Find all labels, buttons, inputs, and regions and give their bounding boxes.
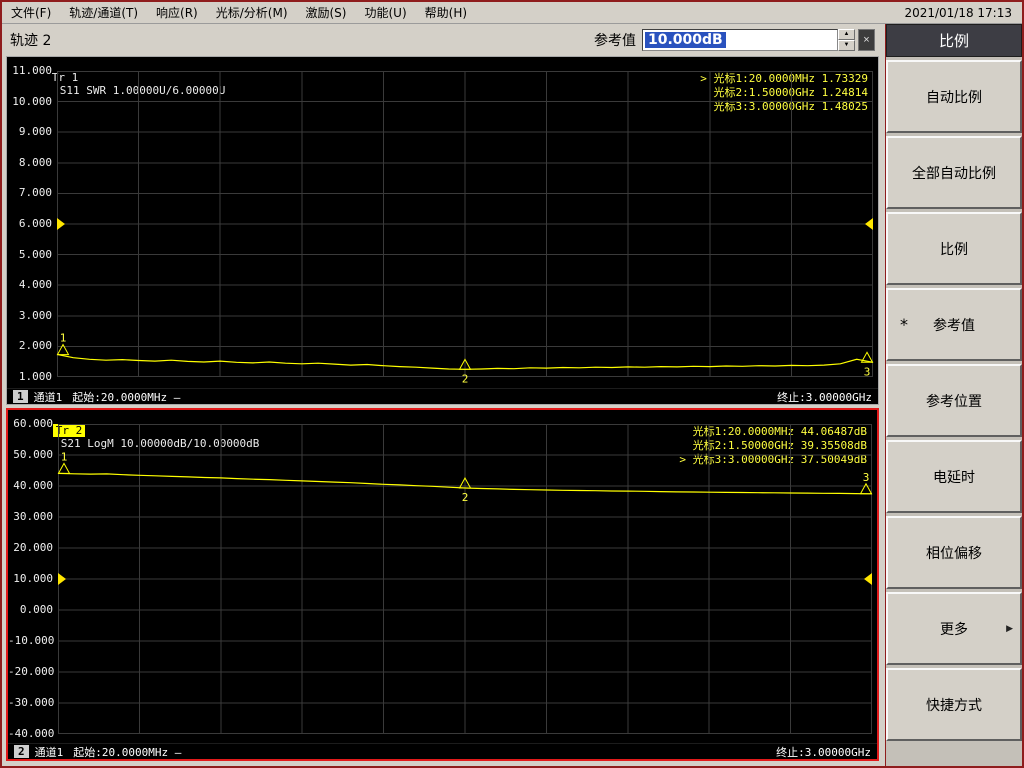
marker-number-label: 2	[462, 491, 469, 504]
y-axis-tick-label: -40.000	[8, 727, 55, 740]
softkey-label: 更多	[940, 621, 968, 638]
value-spinner: ▲ ▼	[838, 29, 855, 51]
entry-close-button[interactable]: ×	[858, 29, 875, 51]
vna-application-window: 文件(F) 轨迹/通道(T) 响应(R) 光标/分析(M) 激励(S) 功能(U…	[0, 0, 1024, 768]
softkey-label: 参考值	[933, 317, 975, 334]
y-axis-tick-label: -30.000	[8, 696, 55, 709]
softkey-active-marker: *	[900, 315, 908, 334]
reference-value-input[interactable]: 10.000dB	[642, 29, 838, 51]
softkey-menu-title: 比例	[886, 24, 1022, 57]
sweep-stop-label: 终止:3.00000GHz	[777, 390, 872, 404]
y-axis-tick-label: 4.000	[18, 278, 52, 292]
softkey-label: 参考位置	[926, 393, 982, 410]
menu-item-file[interactable]: 文件(F)	[2, 2, 60, 23]
softkey-label: 相位偏移	[926, 545, 982, 562]
grid-lines	[58, 424, 872, 734]
marker-triangle-icon[interactable]	[859, 482, 873, 495]
softkey-shortcut[interactable]: 快捷方式	[886, 668, 1022, 741]
spinner-down-button[interactable]: ▼	[838, 40, 855, 51]
reference-level-arrow-left-icon	[58, 573, 66, 585]
y-axis-tick-label: 10.000	[13, 572, 53, 585]
softkey-reference-position[interactable]: 参考位置	[886, 364, 1022, 437]
marker-number-label: 1	[61, 450, 68, 463]
sweep-start-label: 起始:20.0000MHz —	[72, 390, 181, 404]
y-axis-tick-label: -10.000	[8, 634, 55, 647]
softkey-auto-scale[interactable]: 自动比例	[886, 60, 1022, 133]
softkey-sidebar: 比例 自动比例 全部自动比例 比例 * 参考值 参考位置 电延时 相位偏移 更多…	[885, 24, 1022, 766]
spinner-up-button[interactable]: ▲	[838, 29, 855, 40]
y-axis-tick-label: 8.000	[18, 155, 52, 169]
y-axis-tick-label: 5.000	[18, 247, 52, 261]
softkey-electrical-delay[interactable]: 电延时	[886, 440, 1022, 513]
y-axis-tick-label: 7.000	[18, 186, 52, 200]
y-axis-tick-label: 3.000	[18, 308, 52, 322]
softkey-label: 比例	[940, 241, 968, 258]
marker-number-label: 2	[462, 372, 469, 385]
channel-badge: 1	[13, 390, 28, 403]
y-axis-tick-label: 0.000	[19, 603, 53, 616]
menu-bar: 文件(F) 轨迹/通道(T) 响应(R) 光标/分析(M) 激励(S) 功能(U…	[2, 2, 1022, 24]
reference-level-arrow-right-icon	[864, 573, 872, 585]
softkey-scale[interactable]: 比例	[886, 212, 1022, 285]
softkey-more[interactable]: 更多 ▶	[886, 592, 1022, 665]
y-axis-tick-label: 2.000	[18, 339, 52, 353]
active-trace-indicator: 轨迹 2	[10, 33, 52, 49]
y-axis-tick-label: 1.000	[18, 370, 52, 383]
y-axis-tick-label: 9.000	[18, 125, 52, 139]
channel-status-bar: 1 通道1 起始:20.0000MHz — 终止:3.00000GHz	[7, 388, 878, 404]
plot-area[interactable]: 1 2 3	[57, 424, 873, 734]
marker-triangle-icon[interactable]	[57, 462, 71, 474]
y-axis-tick-label: -20.000	[8, 665, 55, 678]
channel-label: 通道1	[33, 390, 63, 404]
marker-number-label: 3	[864, 365, 871, 378]
submenu-arrow-icon: ▶	[1006, 623, 1013, 634]
y-axis-tick-label: 30.000	[13, 510, 53, 523]
reference-value-entry: 参考值 10.000dB ▲ ▼ ×	[594, 29, 875, 51]
y-axis-tick-label: 20.000	[13, 541, 53, 554]
softkey-auto-scale-all[interactable]: 全部自动比例	[886, 136, 1022, 209]
channel-badge: 2	[14, 745, 29, 758]
sweep-stop-label: 终止:3.00000GHz	[776, 745, 871, 759]
chart-panel-tr2: Tr 2 S21 LogM 10.00000dB/10.00000dB 光标1:…	[6, 408, 879, 761]
y-axis-tick-label: 6.000	[18, 217, 52, 230]
channel-label: 通道1	[34, 745, 64, 759]
menu-item-stimulus[interactable]: 激励(S)	[297, 2, 356, 23]
menu-item-help[interactable]: 帮助(H)	[416, 2, 476, 23]
sweep-start-label: 起始:20.0000MHz —	[73, 745, 182, 759]
softkey-phase-offset[interactable]: 相位偏移	[886, 516, 1022, 589]
reference-level-arrow-right-icon	[865, 218, 873, 230]
reference-value-label: 参考值	[594, 33, 636, 49]
softkey-label: 快捷方式	[926, 697, 982, 714]
menu-item-trace-channel[interactable]: 轨迹/通道(T)	[60, 2, 147, 23]
y-axis-tick-label: 40.000	[13, 479, 53, 492]
entry-toolbar: 轨迹 2 参考值 10.000dB ▲ ▼ ×	[2, 25, 883, 55]
marker-number-label: 3	[863, 471, 870, 484]
channel-status-bar: 2 通道1 起始:20.0000MHz — 终止:3.00000GHz	[8, 743, 877, 759]
reference-value-text: 10.000dB	[645, 32, 726, 48]
grid-lines	[57, 71, 873, 377]
clock: 2021/01/18 17:13	[904, 5, 1012, 20]
softkey-label: 自动比例	[926, 89, 982, 106]
plot-area[interactable]: 1 2 3	[56, 71, 874, 385]
marker-number-label: 1	[60, 332, 67, 345]
softkey-reference-value[interactable]: * 参考值	[886, 288, 1022, 361]
reference-level-arrow-left-icon	[57, 218, 65, 230]
menu-item-marker-analysis[interactable]: 光标/分析(M)	[207, 2, 297, 23]
softkey-label: 全部自动比例	[912, 165, 996, 182]
softkey-label: 电延时	[933, 469, 975, 486]
menu-item-response[interactable]: 响应(R)	[147, 2, 207, 23]
menu-item-utility[interactable]: 功能(U)	[355, 2, 415, 23]
chart-panel-tr1: Tr 1 S11 SWR 1.00000U/6.00000U > 光标1:20.…	[6, 56, 879, 405]
